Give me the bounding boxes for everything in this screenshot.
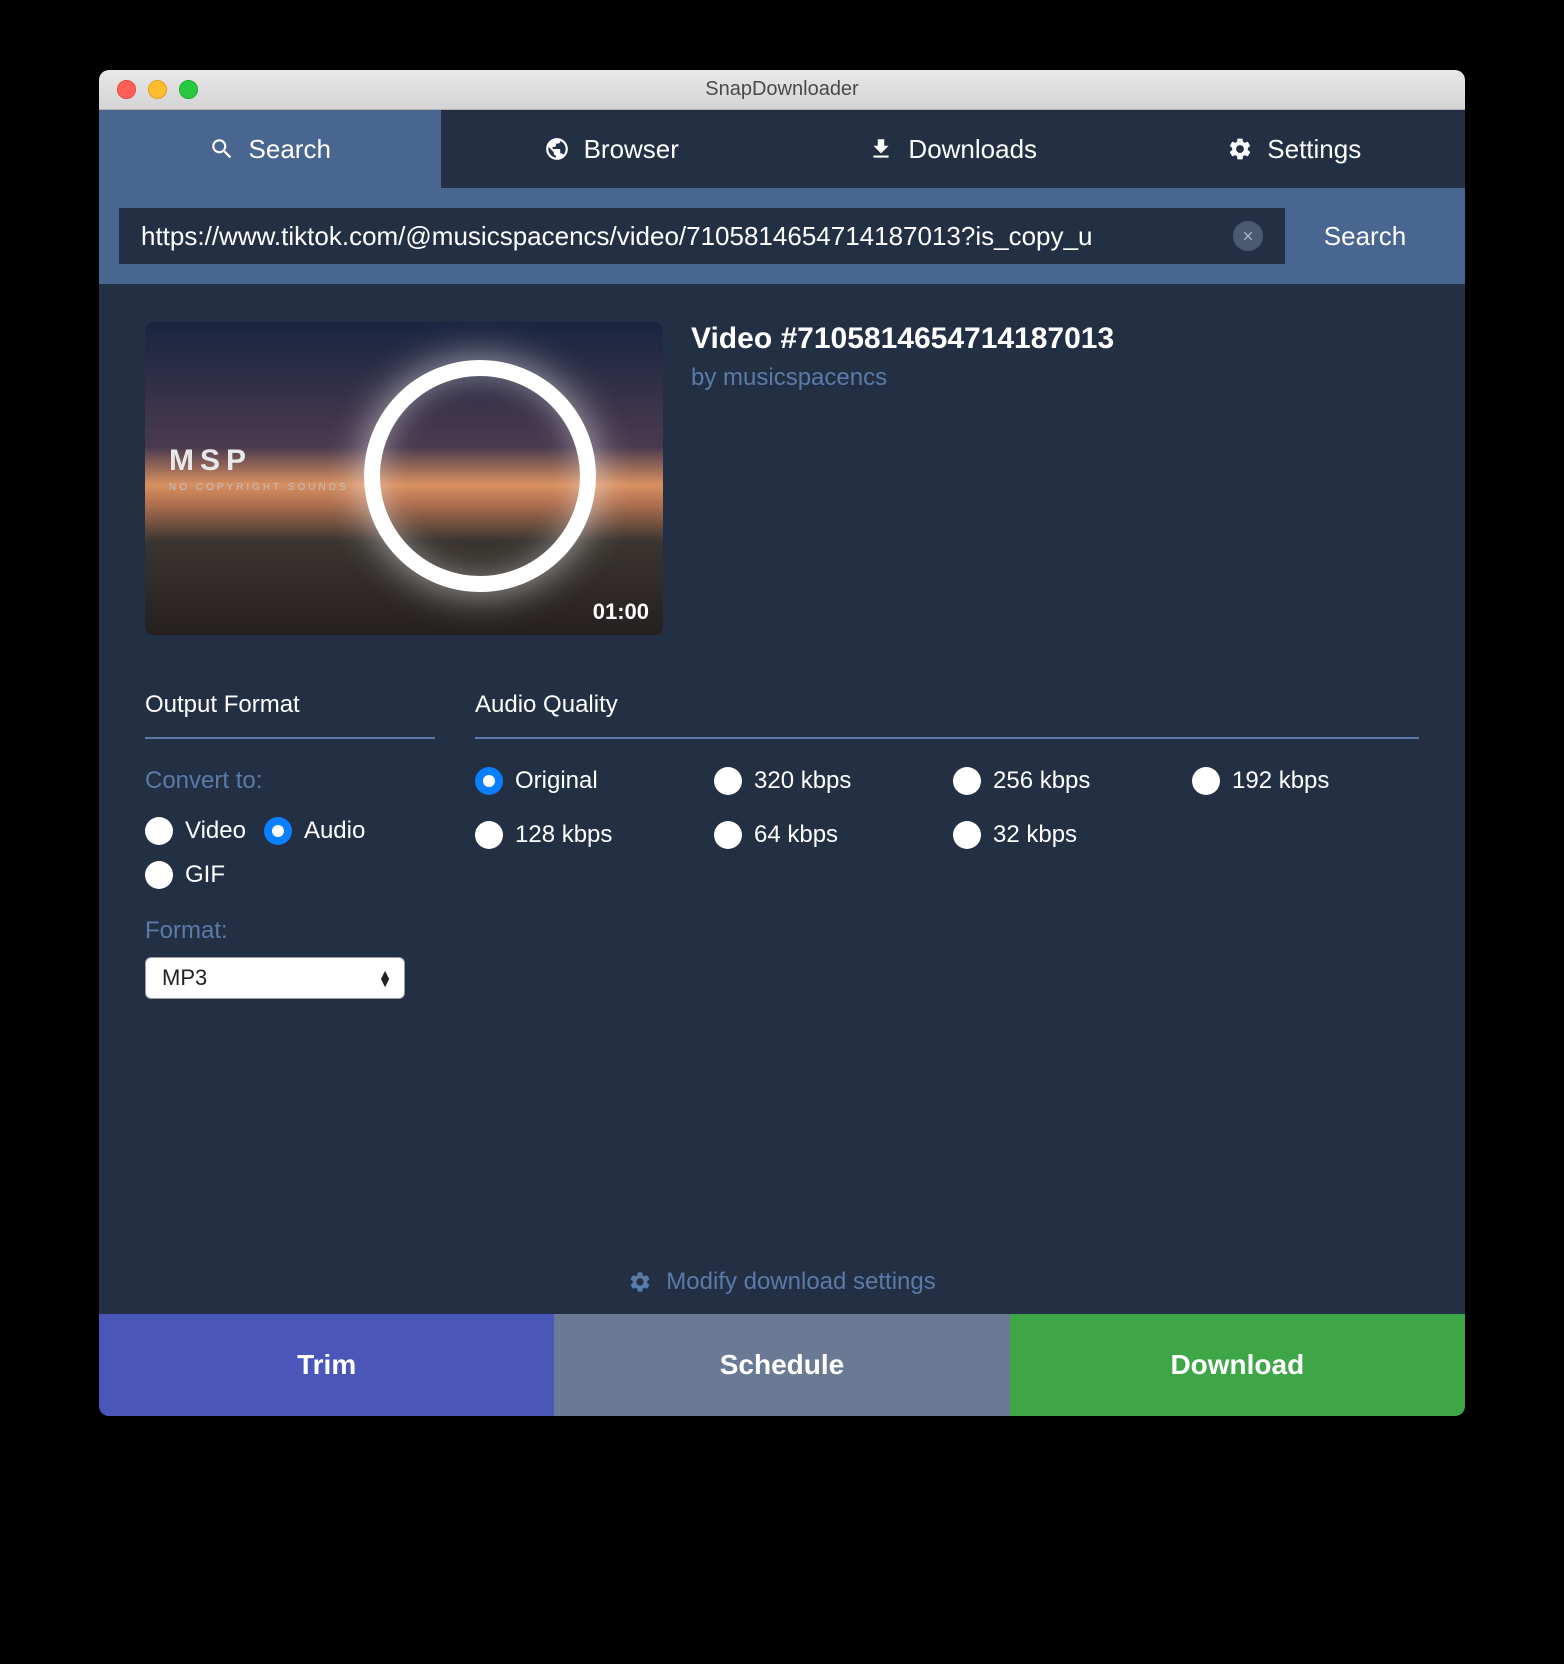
radio-audio-label: Audio	[304, 817, 365, 845]
radio-gif[interactable]: GIF	[145, 861, 225, 889]
video-thumbnail[interactable]: MSP NO COPYRIGHT SOUNDS 01:00	[145, 322, 663, 635]
main-tabs: Search Browser Downloads Settings	[99, 110, 1465, 188]
app-window: SnapDownloader Search Browser Downloads …	[99, 70, 1465, 1416]
format-select[interactable]: MP3 ▲▼	[145, 957, 405, 999]
search-icon	[209, 136, 235, 162]
radio-input	[953, 767, 981, 795]
radio-quality-label: 64 kbps	[754, 821, 838, 849]
radio-quality-label: Original	[515, 767, 598, 795]
radio-quality-original[interactable]: Original	[475, 767, 702, 795]
audio-quality-section: Audio Quality Original 320 kbps 256 kbps	[475, 691, 1419, 999]
gear-icon	[1227, 136, 1253, 162]
radio-quality-128[interactable]: 128 kbps	[475, 821, 702, 849]
tab-browser-label: Browser	[584, 134, 679, 165]
download-button[interactable]: Download	[1010, 1314, 1465, 1416]
format-label: Format:	[145, 917, 435, 945]
video-title: Video #7105814654714187013	[691, 322, 1419, 356]
radio-quality-label: 192 kbps	[1232, 767, 1329, 795]
video-duration: 01:00	[593, 599, 649, 625]
schedule-button[interactable]: Schedule	[554, 1314, 1009, 1416]
format-select-value: MP3	[162, 965, 207, 991]
tab-settings[interactable]: Settings	[1124, 110, 1466, 188]
action-bar: Trim Schedule Download	[99, 1314, 1465, 1416]
radio-video[interactable]: Video	[145, 817, 246, 845]
radio-quality-256[interactable]: 256 kbps	[953, 767, 1180, 795]
content-area: MSP NO COPYRIGHT SOUNDS 01:00 Video #710…	[99, 284, 1465, 1314]
output-format-heading: Output Format	[145, 691, 435, 739]
radio-input	[953, 821, 981, 849]
options-row: Output Format Convert to: Video Audio GI…	[145, 691, 1419, 999]
radio-gif-label: GIF	[185, 861, 225, 889]
search-button[interactable]: Search	[1285, 208, 1445, 264]
radio-quality-192[interactable]: 192 kbps	[1192, 767, 1419, 795]
radio-input	[714, 767, 742, 795]
modify-download-settings[interactable]: Modify download settings	[145, 1228, 1419, 1296]
tab-search-label: Search	[249, 134, 331, 165]
clear-input-button[interactable]	[1233, 221, 1263, 251]
output-format-section: Output Format Convert to: Video Audio GI…	[145, 691, 435, 999]
search-bar: Search	[99, 188, 1465, 284]
convert-to-label: Convert to:	[145, 767, 435, 795]
audio-quality-heading: Audio Quality	[475, 691, 1419, 739]
search-input-wrap	[119, 208, 1285, 264]
tab-browser[interactable]: Browser	[441, 110, 783, 188]
trim-button-label: Trim	[297, 1349, 356, 1381]
tab-downloads[interactable]: Downloads	[782, 110, 1124, 188]
globe-icon	[544, 136, 570, 162]
radio-quality-32[interactable]: 32 kbps	[953, 821, 1180, 849]
radio-input	[714, 821, 742, 849]
tab-settings-label: Settings	[1267, 134, 1361, 165]
tab-search[interactable]: Search	[99, 110, 441, 188]
radio-quality-label: 256 kbps	[993, 767, 1090, 795]
radio-input	[475, 767, 503, 795]
close-icon	[1241, 229, 1255, 243]
video-info: MSP NO COPYRIGHT SOUNDS 01:00 Video #710…	[145, 322, 1419, 635]
radio-quality-label: 32 kbps	[993, 821, 1077, 849]
titlebar: SnapDownloader	[99, 70, 1465, 110]
schedule-button-label: Schedule	[720, 1349, 844, 1381]
radio-input	[145, 861, 173, 889]
download-icon	[868, 136, 894, 162]
url-input[interactable]	[141, 221, 1221, 252]
thumbnail-logo: MSP	[169, 444, 252, 478]
quality-options: Original 320 kbps 256 kbps 192 kbps	[475, 767, 1419, 849]
radio-quality-label: 128 kbps	[515, 821, 612, 849]
radio-quality-64[interactable]: 64 kbps	[714, 821, 941, 849]
radio-video-label: Video	[185, 817, 246, 845]
modify-settings-label: Modify download settings	[666, 1268, 935, 1296]
radio-quality-320[interactable]: 320 kbps	[714, 767, 941, 795]
tab-downloads-label: Downloads	[908, 134, 1037, 165]
trim-button[interactable]: Trim	[99, 1314, 554, 1416]
download-button-label: Download	[1170, 1349, 1304, 1381]
radio-input	[1192, 767, 1220, 795]
search-button-label: Search	[1324, 221, 1406, 252]
radio-audio[interactable]: Audio	[264, 817, 365, 845]
video-author: by musicspacencs	[691, 364, 1419, 392]
radio-input	[475, 821, 503, 849]
video-meta: Video #7105814654714187013 by musicspace…	[691, 322, 1419, 635]
thumbnail-subtitle: NO COPYRIGHT SOUNDS	[169, 482, 349, 493]
gear-icon	[628, 1270, 652, 1294]
select-arrows-icon: ▲▼	[378, 970, 392, 986]
radio-input	[264, 817, 292, 845]
radio-quality-label: 320 kbps	[754, 767, 851, 795]
convert-options: Video Audio GIF	[145, 817, 435, 889]
radio-input	[145, 817, 173, 845]
window-title: SnapDownloader	[99, 78, 1465, 101]
